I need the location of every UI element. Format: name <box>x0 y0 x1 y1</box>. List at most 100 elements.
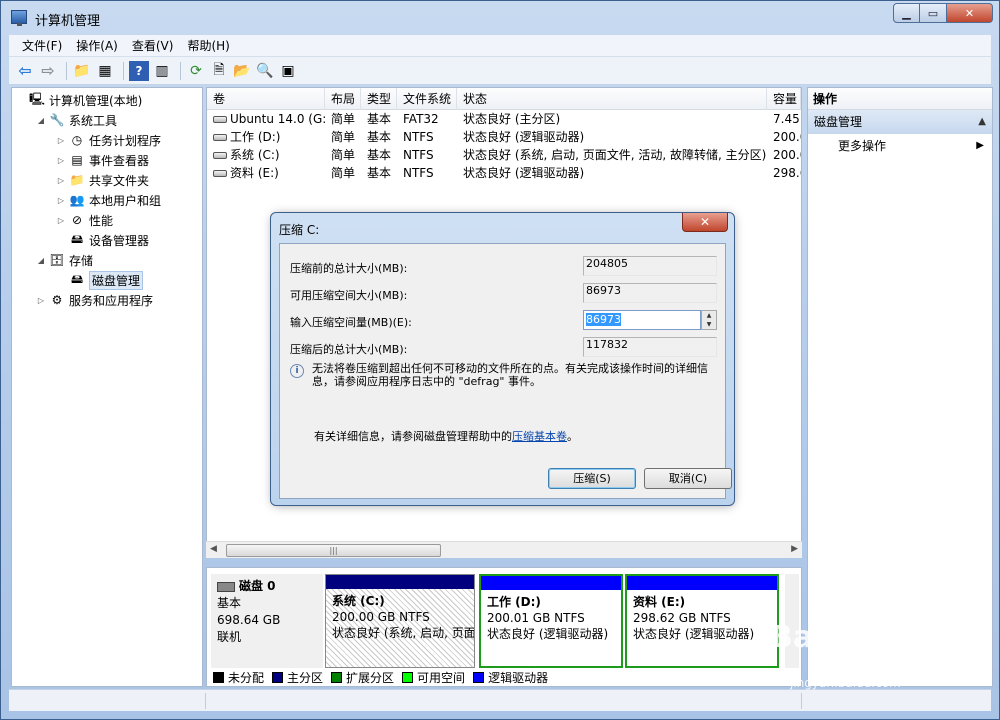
table-cell: 基本 <box>367 166 392 180</box>
legend-swatch <box>473 671 485 683</box>
partition-block[interactable]: 工作 (D:) 200.01 GB NTFS 状态良好 (逻辑驱动器) <box>479 574 623 668</box>
shrink-amount-input[interactable]: 86973 <box>583 310 701 330</box>
expander-icon[interactable]: ▷ <box>56 176 66 185</box>
expander-icon[interactable]: ▷ <box>56 196 66 205</box>
table-row[interactable]: Ubuntu 14.0 (G:) 简单 基本 FAT32 状态良好 (主分区) 7.45 <box>207 110 801 128</box>
spin-up-icon[interactable]: ▲ <box>702 311 716 320</box>
tree-item[interactable]: ◢ 🗄 存储 <box>36 250 93 270</box>
event-viewer-icon: ▤ <box>71 153 83 167</box>
table-cell: 200.0 <box>773 148 801 162</box>
partition-block[interactable]: 资料 (E:) 298.62 GB NTFS 状态良好 (逻辑驱动器) <box>625 574 779 668</box>
tree-item[interactable]: 🖴 磁盘管理 <box>56 270 144 290</box>
table-row[interactable]: 系统 (C:) 简单 基本 NTFS 状态良好 (系统, 启动, 页面文件, 活动, 故… <box>207 146 801 164</box>
help-icon[interactable]: ? <box>129 60 149 81</box>
col-filesystem[interactable]: 文件系统 <box>397 88 457 110</box>
spin-down-icon[interactable]: ▼ <box>702 320 716 329</box>
tree-item-label: 存储 <box>69 253 94 268</box>
table-cell: NTFS <box>403 130 434 144</box>
partition-size: 298.62 GB NTFS <box>633 611 731 625</box>
tree-item[interactable]: ◢ 🔧 系统工具 <box>36 110 117 130</box>
actions-section-label: 磁盘管理 <box>814 115 863 129</box>
expander-icon[interactable]: ▷ <box>56 136 66 145</box>
forward-icon[interactable]: ⇨ <box>38 61 58 81</box>
col-status[interactable]: 状态 <box>457 88 767 110</box>
col-layout[interactable]: 布局 <box>325 88 361 110</box>
expander-icon[interactable]: ▷ <box>56 216 66 225</box>
col-type[interactable]: 类型 <box>361 88 397 110</box>
total-before-value: 204805 <box>583 256 717 276</box>
tree-item[interactable]: ▷ ▤ 事件查看器 <box>56 150 149 170</box>
disk-info[interactable]: 磁盘 0 基本 698.64 GB 联机 <box>211 574 323 668</box>
menu-view[interactable]: 查看(V) <box>125 37 181 54</box>
shrink-button[interactable]: 压缩(S) <box>548 468 636 489</box>
menu-action[interactable]: 操作(A) <box>69 37 125 54</box>
dialog-close-button[interactable]: ✕ <box>682 213 728 232</box>
clock-icon: ◷ <box>71 133 83 147</box>
show-hide-tree-icon[interactable]: ▦ <box>95 61 115 81</box>
menu-file[interactable]: 文件(F) <box>15 37 69 54</box>
scrollbar-thumb[interactable]: ||| <box>226 544 441 557</box>
total-after-label: 压缩后的总计大小(MB): <box>290 343 408 356</box>
legend-swatch <box>213 671 224 683</box>
legend: 未分配 主分区 扩展分区 可用空间 逻辑驱动器 <box>213 668 556 686</box>
partition-details: 资料 (E:) 298.62 GB NTFS 状态良好 (逻辑驱动器) <box>627 590 777 668</box>
minimize-button[interactable]: ▁ <box>893 3 920 23</box>
scroll-left-icon[interactable]: ◀ <box>210 544 217 554</box>
back-icon[interactable]: ⇦ <box>15 61 35 81</box>
more-actions[interactable]: 更多操作 ▶ <box>808 134 992 158</box>
table-cell: 简单 <box>331 130 356 144</box>
menu-help[interactable]: 帮助(H) <box>180 37 236 54</box>
tree-item[interactable]: 🖴 设备管理器 <box>56 230 149 250</box>
status-bar <box>9 689 991 711</box>
maximize-button[interactable]: ▭ <box>920 3 947 23</box>
tree-item[interactable]: 🖳 计算机管理(本地) <box>16 90 142 110</box>
disk-icon[interactable]: ▣ <box>278 61 298 81</box>
menu-bar: 文件(F) 操作(A) 查看(V) 帮助(H) <box>9 35 991 57</box>
window-title: 计算机管理 <box>35 14 101 29</box>
tree-item[interactable]: ▷ ⊘ 性能 <box>56 210 113 230</box>
partition-type-bar <box>481 576 621 590</box>
tree-item-label: 计算机管理(本地) <box>49 93 143 108</box>
table-row[interactable]: 工作 (D:) 简单基本 NTFS 状态良好 (逻辑驱动器) 200.0 <box>207 128 801 146</box>
expander-icon[interactable]: ▷ <box>56 156 66 165</box>
open-icon[interactable]: 📂 <box>232 61 252 81</box>
refresh-icon[interactable]: ⟳ <box>186 61 206 81</box>
search-icon[interactable]: 🔍 <box>255 61 275 81</box>
cancel-button[interactable]: 取消(C) <box>644 468 732 489</box>
table-cell: 200.0 <box>773 130 801 144</box>
col-volume[interactable]: 卷 <box>207 88 325 110</box>
performance-icon: ⊘ <box>71 213 83 227</box>
tree-item-label: 系统工具 <box>69 113 118 128</box>
help-link[interactable]: 压缩基本卷 <box>512 430 567 443</box>
tree-item[interactable]: ▷ 📁 共享文件夹 <box>56 170 149 190</box>
title-bar[interactable]: 计算机管理 ▁ ▭ ✕ <box>1 1 999 35</box>
partition-block[interactable]: 系统 (C:) 200.00 GB NTFS 状态良好 (系统, 启动, 页面 <box>325 574 475 668</box>
volume-list-header: 卷 布局 类型 文件系统 状态 容量 <box>207 88 801 110</box>
expander-icon[interactable]: ▷ <box>36 296 46 305</box>
disk-name: 磁盘 0 <box>239 579 276 593</box>
properties-icon[interactable]: 🗎 <box>209 61 229 81</box>
expander-icon[interactable]: ◢ <box>36 256 46 265</box>
available-label: 可用压缩空间大小(MB): <box>290 289 408 302</box>
table-cell: FAT32 <box>403 112 439 126</box>
tree-item[interactable]: ▷ 👥 本地用户和组 <box>56 190 161 210</box>
table-cell: NTFS <box>403 148 434 162</box>
tree-item[interactable]: ▷ ⚙ 服务和应用程序 <box>36 290 153 310</box>
scroll-right-icon[interactable]: ▶ <box>791 544 798 554</box>
table-row[interactable]: 资料 (E:) 简单基本 NTFS 状态良好 (逻辑驱动器) 298.6 <box>207 164 801 182</box>
col-capacity[interactable]: 容量 <box>767 88 801 110</box>
shared-folder-icon: 📁 <box>69 173 85 187</box>
actions-pane: 操作 磁盘管理 ▲ 更多操作 ▶ <box>807 87 993 687</box>
expander-icon[interactable]: ◢ <box>36 116 46 125</box>
actions-section-disk-management[interactable]: 磁盘管理 ▲ <box>808 110 992 134</box>
horizontal-scrollbar[interactable]: ◀ ||| ▶ <box>206 541 802 558</box>
shrink-amount-spinner[interactable]: ▲ ▼ <box>701 310 717 330</box>
partition-status: 状态良好 (系统, 启动, 页面 <box>332 626 474 640</box>
up-folder-icon[interactable]: 📁 <box>72 61 92 81</box>
table-cell: 298.6 <box>773 166 801 180</box>
tree-item[interactable]: ▷ ◷ 任务计划程序 <box>56 130 161 150</box>
partition-status: 状态良好 (逻辑驱动器) <box>633 627 755 641</box>
show-hide-action-pane-icon[interactable]: ▥ <box>152 61 172 81</box>
table-cell: 状态良好 (逻辑驱动器) <box>463 166 585 180</box>
close-button[interactable]: ✕ <box>947 3 993 23</box>
